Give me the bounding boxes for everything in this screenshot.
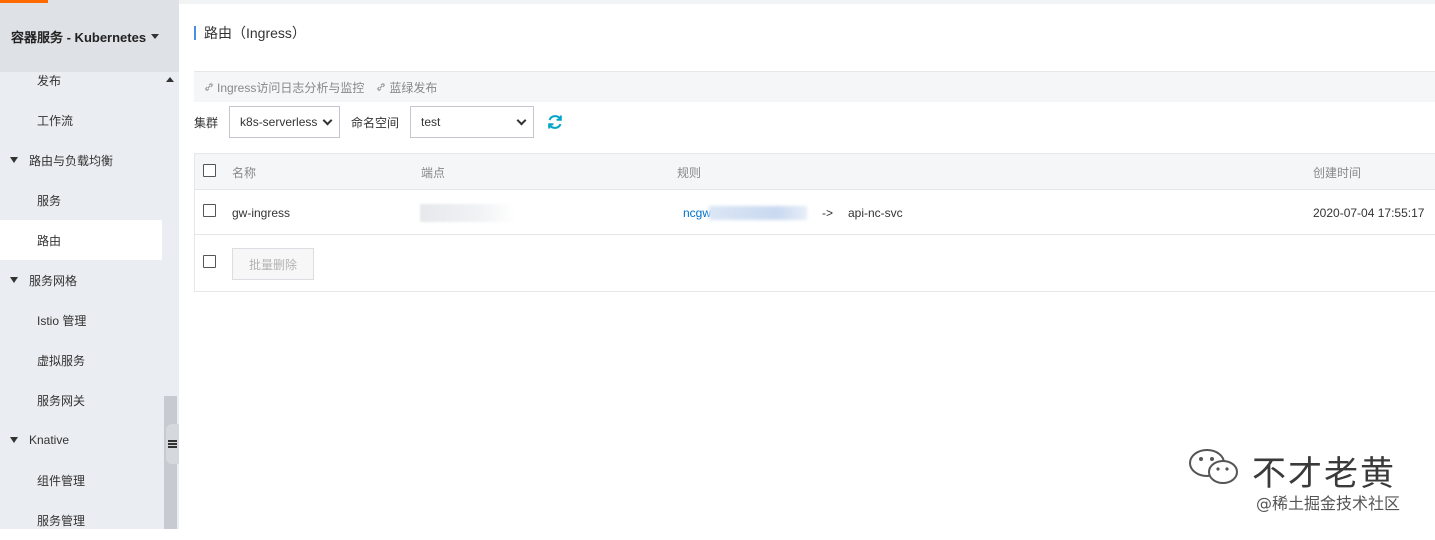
- sidebar-item-services[interactable]: 服务: [0, 180, 162, 220]
- sidebar-item-label: 服务管理: [37, 513, 86, 528]
- rule-host-link[interactable]: ncgw: [683, 190, 711, 235]
- watermark-sub: @稀土掘金技术社区: [1256, 494, 1401, 513]
- sidebar-item-service-gateway[interactable]: 服务网关: [0, 380, 162, 420]
- top-accent-bar: [0, 0, 48, 3]
- link-icon: [205, 83, 213, 91]
- rule-arrow: ->: [822, 205, 834, 220]
- sidebar-item-label: Istio 管理: [37, 313, 87, 328]
- main-content: 路由（Ingress） Ingress访问日志分析与监控 蓝绿发布 集群 k8s…: [179, 0, 1435, 529]
- sidebar-item-ingress[interactable]: 路由: [0, 220, 162, 260]
- header-rules: 规则: [677, 165, 702, 180]
- caret-down-icon: [151, 33, 160, 39]
- title-accent-bar: [194, 26, 196, 40]
- cluster-select-value: k8s-serverless: [240, 115, 318, 129]
- menu-lines-icon: [168, 439, 177, 449]
- header-name: 名称: [232, 165, 257, 180]
- cluster-select[interactable]: k8s-serverless: [229, 106, 341, 138]
- sidebar-item-virtual-services[interactable]: 虚拟服务: [0, 340, 162, 380]
- bulk-select-checkbox[interactable]: [203, 255, 216, 268]
- sidebar-collapse-handle[interactable]: [166, 424, 179, 464]
- rule-service: api-nc-svc: [848, 205, 903, 220]
- chevron-down-icon: [322, 115, 333, 126]
- header-endpoint: 端点: [421, 165, 446, 180]
- namespace-select[interactable]: test: [410, 106, 535, 138]
- sidebar-item-workflow[interactable]: 工作流: [0, 100, 162, 140]
- watermark-name: 不才老黄: [1252, 454, 1396, 494]
- endpoint-redacted: [420, 204, 516, 222]
- bulk-delete-button[interactable]: 批量删除: [232, 248, 314, 280]
- cluster-label: 集群: [194, 115, 219, 130]
- refresh-icon[interactable]: [546, 113, 564, 131]
- table-row: gw-ingress ncgw -> api-nc-svc 2020-07-04…: [195, 190, 1435, 235]
- chevron-down-icon: [516, 115, 527, 126]
- sidebar-item-release[interactable]: 发布: [0, 60, 162, 100]
- header-created: 创建时间: [1313, 165, 1362, 180]
- sidebar-item-label: 工作流: [37, 113, 74, 128]
- sidebar-item-service-management[interactable]: 服务管理: [0, 500, 162, 540]
- sidebar-item-label: 发布: [37, 73, 62, 88]
- sidebar-group-routing-lb[interactable]: 路由与负载均衡: [0, 140, 162, 180]
- ingress-table: 名称 端点 规则 创建时间 gw-ingress ncgw -> api-nc-…: [194, 153, 1435, 292]
- sidebar-item-label: 虚拟服务: [37, 353, 86, 368]
- rule-host-redacted: [709, 206, 807, 220]
- sidebar-group-label: 路由与负载均衡: [29, 153, 114, 168]
- sidebar-item-label: 组件管理: [37, 473, 86, 488]
- sidebar-group-knative[interactable]: Knative: [0, 420, 162, 460]
- blue-green-label: 蓝绿发布: [389, 80, 438, 95]
- sidebar-item-label: 服务: [37, 193, 62, 208]
- row-checkbox[interactable]: [203, 204, 216, 217]
- log-analysis-label: Ingress访问日志分析与监控: [217, 80, 365, 95]
- sidebar-title: 容器服务 - Kubernetes: [11, 29, 147, 45]
- ingress-name[interactable]: gw-ingress: [232, 190, 290, 235]
- expand-triangle-icon: [10, 437, 18, 443]
- sidebar-item-components[interactable]: 组件管理: [0, 460, 162, 500]
- sidebar-group-service-mesh[interactable]: 服务网格: [0, 260, 162, 300]
- page-title-text: 路由（Ingress）: [204, 25, 306, 41]
- sidebar-group-label: Knative: [29, 433, 70, 447]
- expand-triangle-icon: [10, 277, 18, 283]
- created-time: 2020-07-04 17:55:17: [1313, 205, 1425, 220]
- filter-row: 集群 k8s-serverless 命名空间 test: [194, 106, 564, 138]
- blue-green-link[interactable]: 蓝绿发布: [376, 79, 437, 96]
- sidebar-item-label: 服务网关: [37, 393, 86, 408]
- sidebar-group-label: 服务网格: [29, 273, 78, 288]
- sidebar: 容器服务 - Kubernetes 发布 工作流 路由与负载均衡 服务 路由 服…: [0, 0, 179, 529]
- quick-links-bar: Ingress访问日志分析与监控 蓝绿发布: [194, 72, 1435, 102]
- link-icon: [377, 83, 386, 91]
- scroll-up-icon[interactable]: [166, 77, 174, 82]
- expand-triangle-icon: [10, 157, 18, 163]
- log-analysis-link[interactable]: Ingress访问日志分析与监控: [204, 79, 364, 96]
- select-all-checkbox[interactable]: [203, 164, 216, 177]
- sidebar-item-istio[interactable]: Istio 管理: [0, 300, 162, 340]
- table-header: 名称 端点 规则 创建时间: [195, 154, 1435, 190]
- page-title: 路由（Ingress）: [194, 24, 306, 42]
- wechat-logo-icon: [1189, 449, 1238, 484]
- namespace-select-value: test: [421, 115, 441, 129]
- top-border: [179, 0, 1435, 4]
- sidebar-item-label: 路由: [37, 233, 62, 248]
- namespace-label: 命名空间: [351, 115, 400, 130]
